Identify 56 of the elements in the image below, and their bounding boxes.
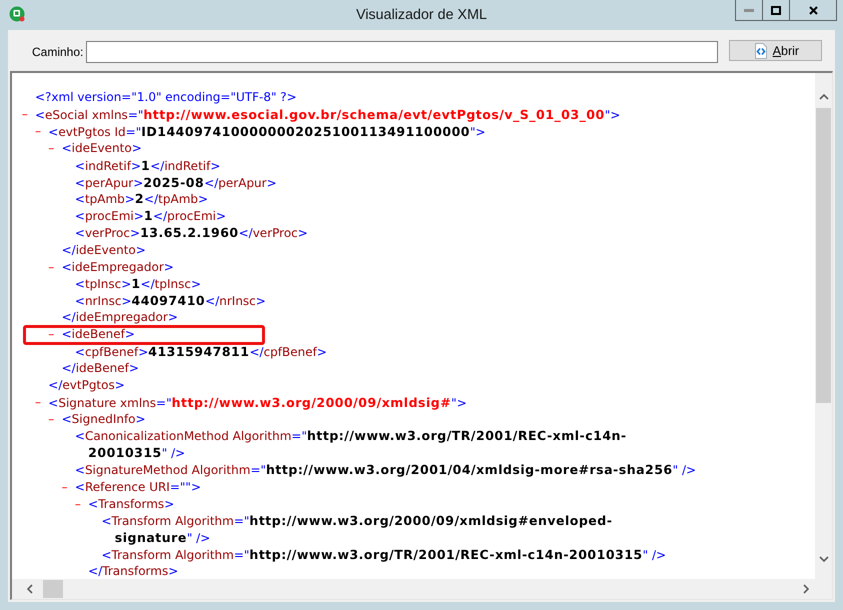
xml-element: <tpAmb>2</tpAmb>: [74, 192, 208, 206]
xml-open-tag: <Transforms>: [88, 498, 174, 511]
xml-open-tag: <ideEvento>: [62, 142, 142, 156]
code-file-icon: [752, 42, 769, 58]
xml-open-tag: <ideBenef>: [62, 328, 135, 342]
collapse-toggle[interactable]: –: [34, 125, 41, 138]
chevron-up-icon: [818, 94, 828, 100]
scroll-thumb[interactable]: [43, 580, 63, 598]
xml-close-tag: </ideEmpregador>: [62, 311, 178, 324]
xml-element: <SignatureMethod Algorithm="http://www.w3.org/2001/04/xmldsig-more#rsa-sha256" />: [74, 463, 696, 478]
xml-open-tag: <SignedInfo>: [62, 412, 146, 426]
xml-element: <indRetif>1</indRetif>: [74, 158, 220, 173]
collapse-toggle[interactable]: –: [62, 480, 68, 494]
close-icon: [808, 6, 818, 14]
minimize-icon: [744, 8, 754, 12]
path-label: Caminho:: [32, 44, 84, 61]
chevron-right-icon: [803, 584, 809, 594]
xml-close-tag: </ideEvento>: [62, 244, 146, 257]
close-button[interactable]: [789, 0, 837, 21]
xml-element-continuation: signature" />: [114, 530, 210, 545]
collapse-toggle[interactable]: –: [48, 142, 54, 156]
collapse-toggle[interactable]: –: [34, 396, 41, 410]
xml-element: <CanonicalizationMethod Algorithm="http://www.w3.org/TR/2001/REC-xml-c14n-: [74, 429, 627, 444]
chevron-left-icon: [27, 584, 33, 594]
app-icon: [9, 6, 25, 22]
collapse-toggle[interactable]: –: [48, 328, 54, 342]
xml-close-tag: </evtPgtos>: [48, 379, 125, 392]
xml-element: <perApur>2025-08</perApur>: [74, 176, 277, 190]
collapse-toggle[interactable]: –: [48, 260, 54, 274]
xml-element-continuation: 20010315" />: [88, 446, 186, 460]
collapse-toggle[interactable]: –: [48, 412, 54, 426]
maximize-icon: [771, 6, 781, 14]
horizontal-scrollbar[interactable]: [12, 579, 815, 599]
xml-element: <cpfBenef>41315947811</cpfBenef>: [74, 344, 327, 359]
chevron-down-icon: [818, 556, 828, 562]
collapse-toggle[interactable]: –: [22, 108, 28, 122]
window-title: Visualizador de XML: [356, 6, 487, 25]
open-button[interactable]: Abrir: [729, 40, 822, 61]
path-input[interactable]: [86, 41, 718, 63]
xml-element: <Transform Algorithm="http://www.w3.org/TR/2001/REC-xml-c14n-20010315" />: [101, 548, 666, 562]
xml-open-tag: <evtPgtos Id="ID1440974100000002025100113491100000">: [48, 124, 486, 139]
xml-declaration: <?xml version="1.0" encoding="UTF-8" ?>: [34, 91, 297, 104]
xml-element: <verProc>13.65.2.1960</verProc>: [74, 226, 308, 240]
xml-open-tag: <ideEmpregador>: [62, 260, 174, 274]
xml-element: <tpInsc>1</tpInsc>: [74, 277, 202, 292]
xml-close-tag: </ideBenef>: [62, 362, 139, 376]
xml-open-tag: <eSocial xmlns="http://www.esocial.gov.br/schema/evt/evtPgtos/v_S_01_03_00">: [34, 108, 620, 122]
xml-element: <Transform Algorithm="http://www.w3.org/2000/09/xmldsig#enveloped-: [101, 514, 612, 528]
xml-element: <procEmi>1</procEmi>: [74, 209, 226, 224]
scroll-thumb[interactable]: [816, 108, 831, 403]
xml-open-tag: <Reference URI="">: [74, 480, 202, 494]
xml-element: <nrInsc>44097410</nrInsc>: [74, 294, 266, 308]
xml-close-tag: </Transforms>: [88, 565, 178, 578]
collapse-toggle[interactable]: –: [74, 498, 81, 511]
xml-open-tag: <Signature xmlns="http://www.w3.org/2000/09/xmldsig#">: [48, 396, 467, 410]
vertical-scrollbar[interactable]: [815, 73, 832, 579]
